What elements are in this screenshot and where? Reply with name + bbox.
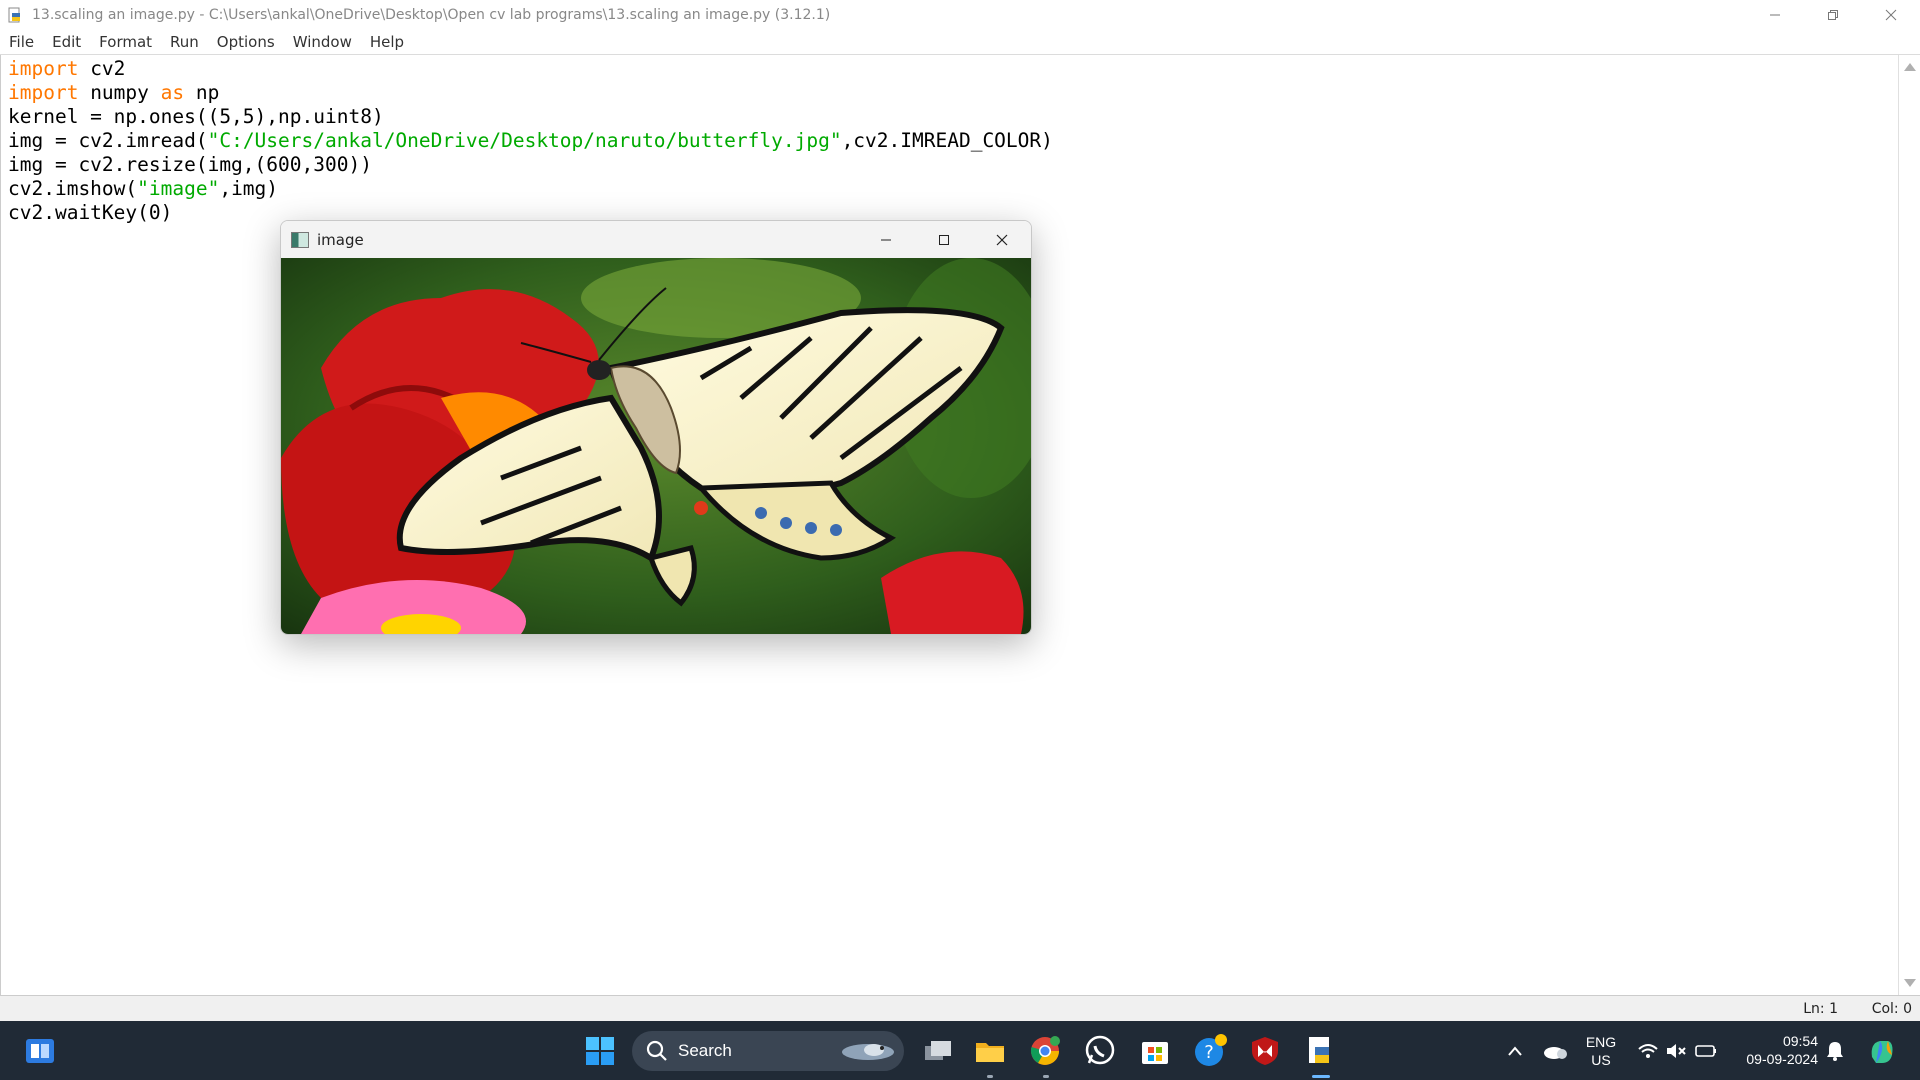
language-code: ENG xyxy=(1585,1034,1617,1050)
restore-icon xyxy=(1828,9,1838,20)
running-indicator xyxy=(987,1075,993,1078)
microsoft-store-button[interactable] xyxy=(1135,1031,1175,1071)
code-token: ,cv2.IMREAD_COLOR) xyxy=(841,129,1053,152)
battery-icon xyxy=(1695,1045,1716,1057)
mcafee-shield-icon xyxy=(1252,1037,1278,1065)
close-button[interactable] xyxy=(1862,0,1920,29)
menu-help[interactable]: Help xyxy=(361,33,413,51)
show-hidden-icons-button[interactable] xyxy=(1495,1031,1535,1071)
search-highlight-image-icon xyxy=(842,1044,894,1060)
search-label: Search xyxy=(678,1041,732,1060)
maximize-icon xyxy=(939,234,949,245)
code-line: img = cv2.resize(img,(600,300)) xyxy=(8,153,372,176)
python-file-icon xyxy=(6,6,24,24)
folder-icon xyxy=(976,1043,1004,1062)
scroll-up-icon[interactable] xyxy=(1904,63,1916,71)
onedrive-button[interactable] xyxy=(1535,1031,1575,1071)
image-window[interactable]: image xyxy=(280,220,1032,635)
whatsapp-button[interactable] xyxy=(1080,1031,1120,1071)
image-window-title: image xyxy=(317,230,364,249)
onedrive-cloud-icon xyxy=(1544,1047,1567,1059)
title-bar: 13.scaling an image.py - C:\Users\ankal\… xyxy=(0,0,1920,29)
widgets-button[interactable] xyxy=(20,1031,60,1071)
menu-run[interactable]: Run xyxy=(161,33,208,51)
keyboard-layout: US xyxy=(1591,1052,1611,1068)
image-close-button[interactable] xyxy=(973,221,1031,258)
code-keyword: as xyxy=(160,81,185,104)
notifications-button[interactable] xyxy=(1815,1031,1855,1071)
chrome-button[interactable] xyxy=(1025,1031,1065,1071)
minimize-button[interactable] xyxy=(1746,0,1804,29)
idle-python-button[interactable] xyxy=(1300,1031,1340,1071)
menu-format[interactable]: Format xyxy=(90,33,161,51)
status-bar: Ln: 1 Col: 0 xyxy=(0,995,1920,1022)
clock-date: 09-09-2024 xyxy=(1746,1051,1818,1067)
get-help-button[interactable]: ? xyxy=(1190,1031,1230,1071)
taskbar: Search ? ENG US 09:54 09-09-2024 xyxy=(0,1021,1920,1080)
code-text: import cv2 import numpy as np kernel = n… xyxy=(8,57,1053,225)
windows-logo-icon xyxy=(586,1037,614,1065)
image-window-title-bar[interactable]: image xyxy=(281,221,1031,258)
restore-button[interactable] xyxy=(1804,0,1862,29)
task-view-button[interactable] xyxy=(918,1031,958,1071)
menu-window[interactable]: Window xyxy=(284,33,361,51)
whatsapp-icon xyxy=(1085,1035,1115,1065)
battery-button[interactable] xyxy=(1686,1031,1726,1071)
butterfly-image xyxy=(281,258,1031,634)
copilot-icon xyxy=(1871,1041,1893,1063)
minimize-icon xyxy=(881,239,891,240)
code-keyword: import xyxy=(8,81,79,104)
minimize-icon xyxy=(1770,14,1780,15)
code-token: ,img) xyxy=(219,177,279,200)
code-keyword: import xyxy=(8,57,79,80)
clock-time: 09:54 xyxy=(1782,1033,1818,1049)
code-token: cv2.imshow( xyxy=(8,177,138,200)
code-string: "image" xyxy=(137,177,220,200)
language-indicator[interactable]: ENG US xyxy=(1578,1033,1624,1069)
code-token: numpy xyxy=(78,81,161,104)
svg-text:?: ? xyxy=(1204,1042,1214,1063)
menu-options[interactable]: Options xyxy=(208,33,284,51)
menu-file[interactable]: File xyxy=(0,33,43,51)
mcafee-button[interactable] xyxy=(1245,1031,1285,1071)
image-minimize-button[interactable] xyxy=(857,221,915,258)
start-button[interactable] xyxy=(580,1031,620,1071)
close-icon xyxy=(1885,9,1897,20)
opencv-window-icon xyxy=(291,231,309,248)
clock[interactable]: 09:54 09-09-2024 xyxy=(1732,1032,1818,1068)
search-icon xyxy=(646,1040,667,1061)
menu-bar: File Edit Format Run Options Window Help xyxy=(0,29,1920,55)
speaker-muted-icon xyxy=(1667,1044,1686,1058)
python-idle-icon xyxy=(1309,1037,1329,1063)
code-line: cv2.waitKey(0) xyxy=(8,201,173,224)
menu-edit[interactable]: Edit xyxy=(43,33,90,51)
task-view-icon xyxy=(925,1041,951,1060)
code-string: "C:/Users/ankal/OneDrive/Desktop/naruto/… xyxy=(207,129,842,152)
copilot-button[interactable] xyxy=(1862,1031,1902,1071)
code-token: img = cv2.imread( xyxy=(8,129,208,152)
bell-icon xyxy=(1827,1042,1843,1061)
search-box[interactable]: Search xyxy=(632,1031,904,1071)
vertical-scrollbar[interactable] xyxy=(1898,55,1920,995)
code-token: cv2 xyxy=(78,57,126,80)
image-maximize-button[interactable] xyxy=(915,221,973,258)
running-indicator xyxy=(1043,1075,1049,1078)
chrome-icon xyxy=(1030,1036,1060,1065)
help-icon: ? xyxy=(1195,1034,1227,1066)
close-icon xyxy=(996,234,1008,245)
window-title: 13.scaling an image.py - C:\Users\ankal\… xyxy=(32,6,831,23)
code-token: np xyxy=(184,81,220,104)
widgets-icon xyxy=(26,1039,54,1063)
chevron-up-icon xyxy=(1508,1046,1522,1056)
store-icon xyxy=(1142,1042,1168,1064)
code-line: kernel = np.ones((5,5),np.uint8) xyxy=(8,105,384,128)
file-explorer-button[interactable] xyxy=(970,1031,1010,1071)
scroll-down-icon[interactable] xyxy=(1904,979,1916,987)
active-app-indicator xyxy=(1312,1075,1330,1078)
line-number: Ln: 1 xyxy=(1803,1001,1838,1017)
column-number: Col: 0 xyxy=(1871,1001,1912,1017)
